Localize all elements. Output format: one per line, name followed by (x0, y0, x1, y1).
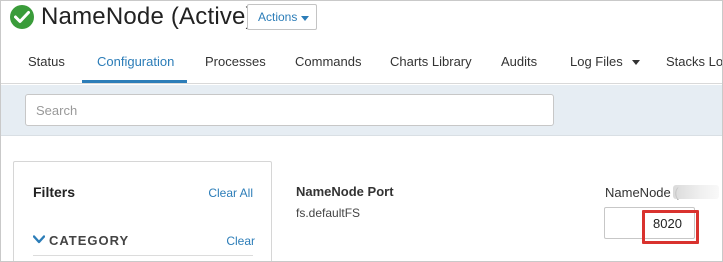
tab-status[interactable]: Status (28, 54, 65, 69)
clear-all-link[interactable]: Clear All (208, 186, 253, 200)
divider (33, 255, 253, 256)
category-label: CATEGORY (49, 233, 130, 248)
namenode-config-page: NameNode (Active) Actions Status Configu… (0, 0, 723, 262)
page-title: NameNode (Active) (41, 3, 254, 30)
tab-processes[interactable]: Processes (205, 54, 266, 69)
active-tab-indicator (82, 80, 187, 83)
chevron-down-icon (33, 235, 45, 244)
page-header: NameNode (Active) Actions (1, 1, 722, 39)
highlight-annotation (642, 210, 699, 244)
tab-log-files[interactable]: Log Files (570, 54, 641, 69)
check-circle-icon (10, 5, 34, 29)
tab-log-files-label: Log Files (570, 54, 623, 69)
category-filter-header[interactable]: CATEGORY Clear (33, 232, 255, 254)
tab-audits[interactable]: Audits (501, 54, 537, 69)
property-display-name: NameNode Port (296, 184, 394, 199)
tab-bar: Status Configuration Processes Commands … (1, 39, 722, 84)
caret-down-icon (301, 16, 309, 21)
tab-configuration[interactable]: Configuration (97, 54, 174, 69)
category-clear-link[interactable]: Clear (226, 234, 255, 248)
tab-commands[interactable]: Commands (295, 54, 361, 69)
actions-button-label: Actions (258, 10, 298, 24)
filters-title: Filters (33, 184, 76, 200)
filters-panel: Filters Clear All CATEGORY Clear (13, 161, 272, 261)
tab-stacks-logs[interactable]: Stacks Log (666, 54, 722, 69)
search-bar-container (1, 85, 722, 136)
tab-charts-library[interactable]: Charts Library (390, 54, 472, 69)
caret-down-icon (632, 60, 641, 66)
instance-label: NameNode ( (605, 185, 679, 200)
search-input[interactable] (25, 94, 554, 126)
main-content: Filters Clear All CATEGORY Clear NameNod… (1, 137, 722, 261)
property-key: fs.defaultFS (296, 206, 361, 220)
redacted-text (673, 185, 719, 199)
actions-button[interactable]: Actions (247, 4, 317, 30)
